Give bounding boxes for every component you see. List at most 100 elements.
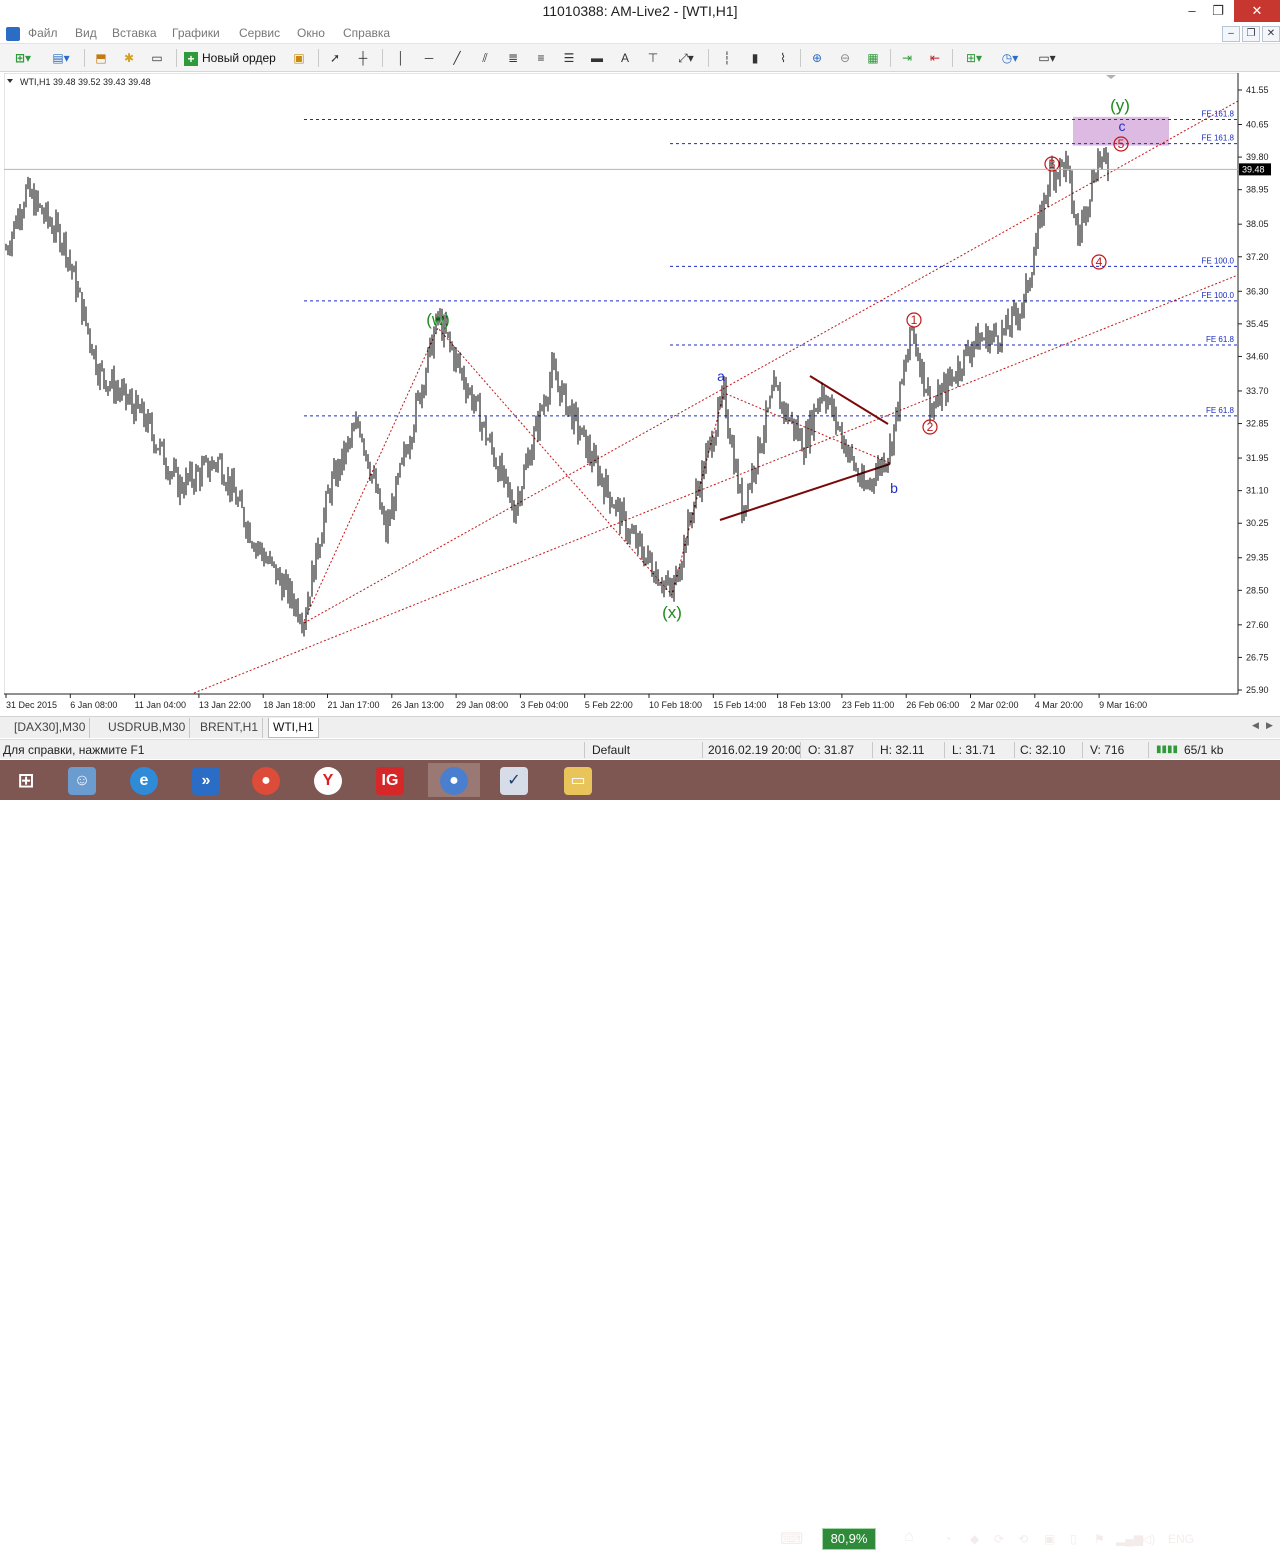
rectangle-tool-icon[interactable]: ▬: [586, 48, 608, 68]
chart-info: WTI,H1 39.48 39.52 39.43 39.48: [20, 77, 151, 87]
status-open: O: 31.87: [808, 743, 855, 757]
input-language[interactable]: ENG: [1168, 1532, 1194, 1546]
menu-charts[interactable]: Графики: [172, 26, 220, 40]
close-button[interactable]: ✕: [1234, 0, 1280, 22]
price-tick-label: 39.80: [1246, 152, 1269, 162]
tray-window-icon[interactable]: ▣: [1044, 1532, 1055, 1546]
tabs-scroll-right-icon[interactable]: ▶: [1266, 720, 1273, 731]
tabs-scroll-left-icon[interactable]: ◀: [1252, 720, 1259, 731]
tray-update-icon[interactable]: ⟲: [1018, 1532, 1028, 1546]
fibo-expansion-icon[interactable]: ≡: [530, 48, 552, 68]
text-tool-icon[interactable]: A: [614, 48, 636, 68]
price-tick-label: 37.20: [1246, 252, 1269, 262]
keyboard-icon[interactable]: ⌨: [780, 1529, 803, 1549]
mdi-restore-button[interactable]: ❐: [1242, 26, 1260, 42]
windows-logo-icon: ⊞: [17, 770, 35, 792]
fibo-fan-icon[interactable]: ☰: [558, 48, 580, 68]
clock-time: 10:13: [1220, 1524, 1252, 1538]
flag-icon[interactable]: ⚑: [1094, 1532, 1105, 1546]
price-chart[interactable]: FE 161.8 FE 161.8 FE 100.0 FE 100.0 FE 61.8 F…: [4, 73, 1276, 713]
menu-help[interactable]: Справка: [343, 26, 390, 40]
time-tick-label: 18 Feb 13:00: [778, 700, 831, 710]
text-label-tool-icon[interactable]: ⊤: [642, 48, 664, 68]
menu-file[interactable]: Файл: [28, 26, 58, 40]
new-chart-button[interactable]: ⊞▾: [8, 48, 38, 68]
autoscroll-icon[interactable]: ⇤: [924, 48, 946, 68]
current-price-label: 39.48: [1242, 164, 1265, 174]
autotrading-icon[interactable]: ▣: [288, 48, 310, 68]
wave-label-a: a: [717, 368, 725, 384]
trendline-icon[interactable]: ╱: [446, 48, 468, 68]
signal-icon[interactable]: ▂▄▆: [1116, 1532, 1143, 1546]
volume-icon[interactable]: ◁): [1142, 1532, 1155, 1546]
tab-wti-h1[interactable]: WTI,H1: [268, 718, 319, 738]
taskbar-metatrader-app[interactable]: ●: [428, 763, 480, 797]
menu-view[interactable]: Вид: [75, 26, 97, 40]
tab-usdrub-m30[interactable]: USDRUB,M30: [104, 718, 191, 738]
time-tick-label: 15 Feb 14:00: [713, 700, 766, 710]
taskbar-checkmark-app[interactable]: ✓: [488, 763, 540, 797]
horizontal-line-icon[interactable]: ─: [418, 48, 440, 68]
chart-shift-icon[interactable]: ⇥: [896, 48, 918, 68]
price-tick-label: 38.95: [1246, 185, 1269, 195]
data-window-icon[interactable]: ✱: [118, 48, 140, 68]
periods-icon[interactable]: ◷▾: [994, 48, 1026, 68]
menu-tools[interactable]: Сервис: [239, 26, 280, 40]
zoom-in-icon[interactable]: ⊕: [806, 48, 828, 68]
mouse-icon[interactable]: ⌂: [904, 1528, 914, 1546]
mdi-minimize-button[interactable]: –: [1222, 26, 1240, 42]
fe-level-label: FE 61.8: [1206, 335, 1235, 344]
window-title: 11010388: AM-Live2 - [WTI,H1]: [542, 3, 738, 19]
mdi-close-button[interactable]: ✕: [1262, 26, 1280, 42]
menu-window[interactable]: Окно: [297, 26, 325, 40]
tab-brent-h1[interactable]: BRENT,H1: [196, 718, 264, 738]
tab-dax30-m30[interactable]: [DAX30],M30: [10, 718, 91, 738]
chart-window[interactable]: FE 161.8 FE 161.8 FE 100.0 FE 100.0 FE 61.8 F…: [4, 73, 1276, 713]
vertical-line-icon[interactable]: │: [390, 48, 412, 68]
tray-sync-icon[interactable]: ⟳: [994, 1532, 1004, 1546]
tray-app-icon[interactable]: ◔: [944, 1532, 951, 1546]
bar-chart-icon[interactable]: ┆: [716, 48, 738, 68]
market-watch-icon[interactable]: ⬒: [90, 48, 112, 68]
taskbar-remote-app[interactable]: »: [180, 763, 232, 797]
candlestick-chart-icon[interactable]: ▮: [744, 48, 766, 68]
indicators-icon[interactable]: ⊞▾: [958, 48, 990, 68]
windows-taskbar: ⊞ ☺ e » ● Y IG ● ✓ ▭ ⌨ 80,9% ⌂ ◔ ◆ ⟳ ⟲ ▣…: [0, 760, 1280, 1553]
status-high: H: 32.11: [880, 743, 925, 757]
navigator-icon[interactable]: ▭: [146, 48, 168, 68]
taskbar-yandex-app[interactable]: Y: [302, 763, 354, 797]
arrows-tool-icon[interactable]: ⤢▾: [670, 48, 702, 68]
profiles-button[interactable]: ▤▾: [46, 48, 76, 68]
zoom-out-icon[interactable]: ⊖: [834, 48, 856, 68]
line-chart-icon[interactable]: ⌇: [772, 48, 794, 68]
price-tick-label: 31.10: [1246, 486, 1269, 496]
finder-face-icon: ☺: [68, 767, 96, 795]
taskbar-folder-app[interactable]: ▭: [552, 763, 604, 797]
taskbar-ig-app[interactable]: IG: [364, 763, 416, 797]
fibo-retracement-icon[interactable]: ≣: [502, 48, 524, 68]
taskbar-chrome-app[interactable]: ●: [240, 763, 292, 797]
crosshair-tool-icon[interactable]: ┼: [352, 48, 374, 68]
taskbar-explorer-app[interactable]: ☺: [56, 763, 108, 797]
wave-label-x: (x): [662, 603, 682, 622]
menu-insert[interactable]: Вставка: [112, 26, 157, 40]
taskbar-ie-app[interactable]: e: [118, 763, 170, 797]
templates-icon[interactable]: ▭▾: [1030, 48, 1064, 68]
clock[interactable]: 10:13 10.03.2016: [1206, 1524, 1266, 1554]
price-tick-label: 38.05: [1246, 219, 1269, 229]
tile-windows-icon[interactable]: ▦: [862, 48, 884, 68]
wave-label-i2: 2: [927, 420, 934, 434]
status-traffic: 65/1 kb: [1184, 743, 1224, 757]
time-tick-label: 2 Mar 02:00: [971, 700, 1019, 710]
battery-indicator[interactable]: 80,9%: [822, 1528, 876, 1550]
battery-icon[interactable]: ▯: [1070, 1532, 1077, 1546]
equidistant-channel-icon[interactable]: ⫽: [474, 48, 496, 68]
new-order-button[interactable]: + Новый ордер: [184, 48, 284, 68]
time-tick-label: 21 Jan 17:00: [328, 700, 380, 710]
app-icon[interactable]: [6, 27, 20, 41]
cursor-tool-icon[interactable]: ➚: [324, 48, 346, 68]
start-button[interactable]: ⊞: [0, 763, 52, 797]
restore-button[interactable]: ❐: [1200, 0, 1236, 22]
plus-icon: +: [184, 51, 198, 66]
tray-dropbox-icon[interactable]: ◆: [970, 1532, 979, 1546]
